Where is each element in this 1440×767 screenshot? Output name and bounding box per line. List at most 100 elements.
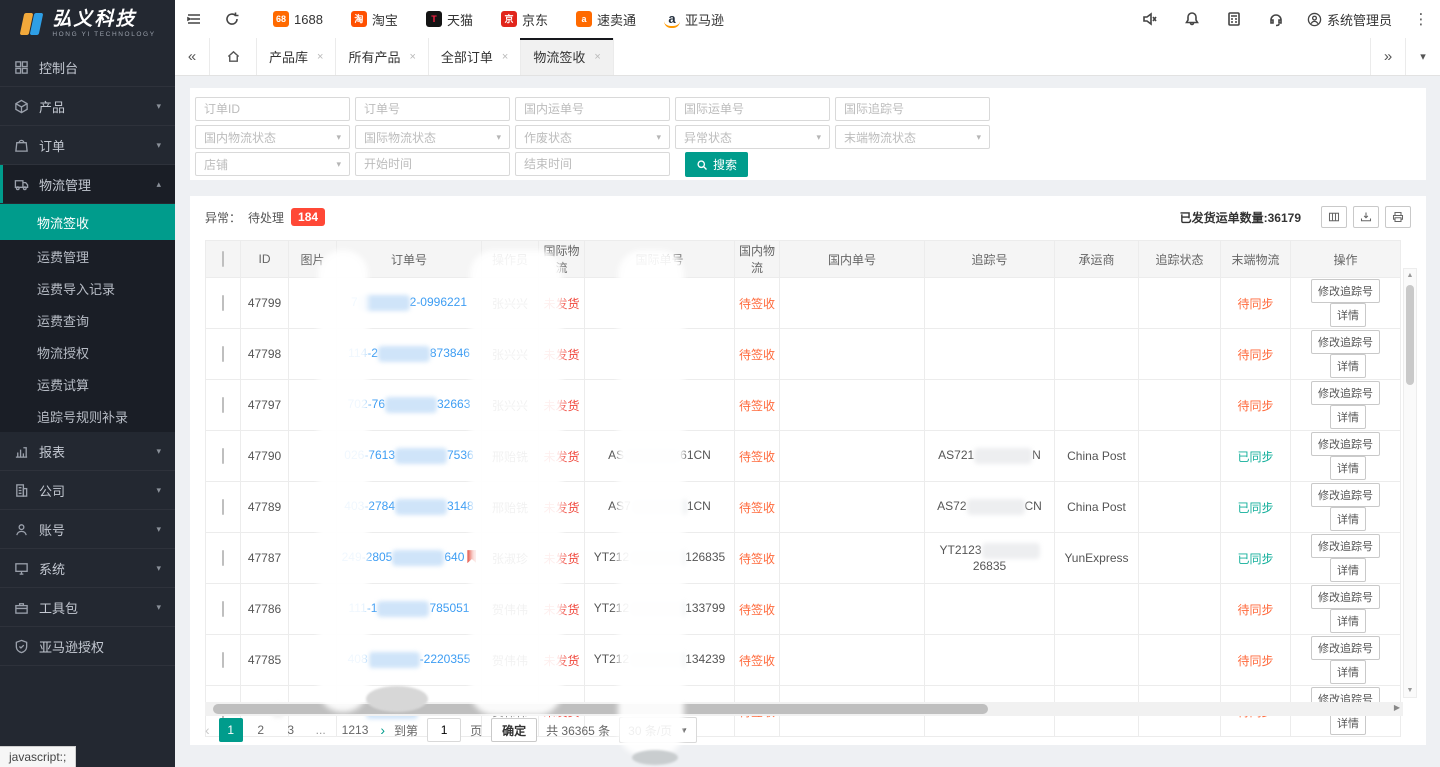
modify-tracking-button[interactable]: 修改追踪号 (1311, 534, 1380, 558)
marketplace-link-2[interactable]: T天猫 (426, 10, 473, 29)
row-checkbox[interactable] (222, 601, 224, 617)
sidebar-item-2[interactable]: 订单▾ (0, 126, 175, 165)
print-icon[interactable] (1385, 206, 1411, 228)
tabs-dropdown-icon[interactable]: ▾ (1405, 38, 1440, 75)
page-size-select[interactable]: 30 条/页▼ (619, 717, 697, 743)
sidebar-subitem-4[interactable]: 物流授权 (0, 336, 175, 368)
modify-tracking-button[interactable]: 修改追踪号 (1311, 585, 1380, 609)
horizontal-scrollbar[interactable]: ▶ (205, 702, 1403, 716)
row-checkbox[interactable] (222, 397, 224, 413)
horizontal-scroll-thumb[interactable] (213, 704, 988, 714)
next-page-icon[interactable]: › (380, 722, 385, 738)
collapse-sidebar-icon[interactable] (175, 0, 213, 38)
filter-input-1[interactable] (355, 97, 510, 121)
home-tab[interactable] (210, 38, 257, 75)
details-button[interactable]: 详情 (1330, 660, 1366, 684)
row-checkbox[interactable] (222, 499, 224, 515)
marketplace-link-0[interactable]: 681688 (273, 11, 323, 27)
vertical-scrollbar[interactable]: ▲ ▼ (1403, 268, 1417, 698)
user-menu[interactable]: 系统管理员 (1307, 10, 1392, 29)
details-button[interactable]: 详情 (1330, 558, 1366, 582)
order-number-link[interactable]: 249-2805640 (342, 550, 465, 564)
modify-tracking-button[interactable]: 修改追踪号 (1311, 330, 1380, 354)
details-button[interactable]: 详情 (1330, 354, 1366, 378)
filter-select-3[interactable]: 异常状态▾ (675, 125, 830, 149)
columns-icon[interactable] (1321, 206, 1347, 228)
page-button-1213[interactable]: 1213 (339, 718, 372, 742)
select-all-checkbox[interactable] (222, 251, 224, 267)
tab-close-icon[interactable]: × (317, 51, 323, 63)
sidebar-subitem-3[interactable]: 运费查询 (0, 304, 175, 336)
tab-close-icon[interactable]: × (594, 51, 600, 63)
details-button[interactable]: 详情 (1330, 303, 1366, 327)
details-button[interactable]: 详情 (1330, 405, 1366, 429)
speaker-icon[interactable] (1129, 0, 1171, 38)
sidebar-item-0[interactable]: 控制台 (0, 48, 175, 87)
details-button[interactable]: 详情 (1330, 507, 1366, 531)
order-number-link[interactable]: 702-7632663 (348, 397, 471, 411)
modify-tracking-button[interactable]: 修改追踪号 (1311, 483, 1380, 507)
scroll-up-icon[interactable]: ▲ (1404, 272, 1416, 279)
tabs-scroll-left-icon[interactable]: « (175, 38, 210, 75)
calculator-icon[interactable] (1213, 0, 1255, 38)
vertical-scroll-thumb[interactable] (1406, 285, 1414, 385)
filter-select-0[interactable]: 国内物流状态▾ (195, 125, 350, 149)
start-time-input[interactable] (355, 152, 510, 176)
export-icon[interactable] (1353, 206, 1379, 228)
order-number-link[interactable]: 114-2873846 (348, 346, 470, 360)
order-number-link[interactable]: 72-0996221 (351, 295, 467, 309)
row-checkbox[interactable] (222, 652, 224, 668)
details-button[interactable]: 详情 (1330, 456, 1366, 480)
sidebar-subitem-5[interactable]: 运费试算 (0, 368, 175, 400)
tab-1[interactable]: 所有产品× (336, 38, 428, 75)
filter-input-4[interactable] (835, 97, 990, 121)
tab-close-icon[interactable]: × (409, 51, 415, 63)
page-button-2[interactable]: 2 (249, 718, 273, 742)
row-checkbox[interactable] (222, 448, 224, 464)
sidebar-subitem-6[interactable]: 追踪号规则补录 (0, 400, 175, 432)
modify-tracking-button[interactable]: 修改追踪号 (1311, 279, 1380, 303)
marketplace-link-4[interactable]: a速卖通 (576, 10, 636, 29)
bell-icon[interactable] (1171, 0, 1213, 38)
search-button[interactable]: 搜索 (685, 152, 748, 177)
sidebar-subitem-2[interactable]: 运费导入记录 (0, 272, 175, 304)
headset-icon[interactable] (1255, 0, 1297, 38)
filter-select-2[interactable]: 作废状态▾ (515, 125, 670, 149)
order-number-link[interactable]: 111-1785051 (349, 601, 470, 615)
refresh-icon[interactable] (213, 0, 251, 38)
modify-tracking-button[interactable]: 修改追踪号 (1311, 381, 1380, 405)
row-checkbox[interactable] (222, 295, 224, 311)
sidebar-item-1[interactable]: 产品▾ (0, 87, 175, 126)
row-checkbox[interactable] (222, 550, 224, 566)
prev-page-icon[interactable]: ‹ (205, 722, 210, 738)
order-number-link[interactable]: 026-76137536 (344, 448, 473, 462)
sidebar-item-9[interactable]: 亚马逊授权 (0, 627, 175, 666)
tab-0[interactable]: 产品库× (257, 38, 336, 75)
end-time-input[interactable] (515, 152, 670, 176)
details-button[interactable]: 详情 (1330, 609, 1366, 633)
sidebar-item-4[interactable]: 报表▾ (0, 432, 175, 471)
sidebar-item-5[interactable]: 公司▾ (0, 471, 175, 510)
filter-input-2[interactable] (515, 97, 670, 121)
more-menu-icon[interactable]: ⋮ (1402, 10, 1440, 28)
tabs-scroll-right-icon[interactable]: » (1370, 38, 1405, 75)
brand-logo[interactable]: 弘义科技 HONG YI TECHNOLOGY (0, 0, 175, 48)
row-checkbox[interactable] (222, 346, 224, 362)
marketplace-link-1[interactable]: 淘淘宝 (351, 10, 398, 29)
sidebar-item-7[interactable]: 系统▾ (0, 549, 175, 588)
tab-2[interactable]: 全部订单× (429, 38, 521, 75)
marketplace-link-5[interactable]: a亚马逊 (664, 10, 724, 29)
filter-input-0[interactable] (195, 97, 350, 121)
sidebar-item-3[interactable]: 物流管理▴ (0, 165, 175, 204)
marketplace-link-3[interactable]: 京京东 (501, 10, 548, 29)
goto-confirm-button[interactable]: 确定 (491, 718, 537, 742)
filter-input-3[interactable] (675, 97, 830, 121)
modify-tracking-button[interactable]: 修改追踪号 (1311, 636, 1380, 660)
scroll-down-icon[interactable]: ▼ (1404, 687, 1416, 694)
sidebar-item-6[interactable]: 账号▾ (0, 510, 175, 549)
page-button-3[interactable]: 3 (279, 718, 303, 742)
scroll-right-icon[interactable]: ▶ (1394, 703, 1400, 712)
shop-select[interactable]: 店铺▾ (195, 152, 350, 176)
order-number-link[interactable]: 408-2220355 (348, 652, 471, 666)
modify-tracking-button[interactable]: 修改追踪号 (1311, 432, 1380, 456)
